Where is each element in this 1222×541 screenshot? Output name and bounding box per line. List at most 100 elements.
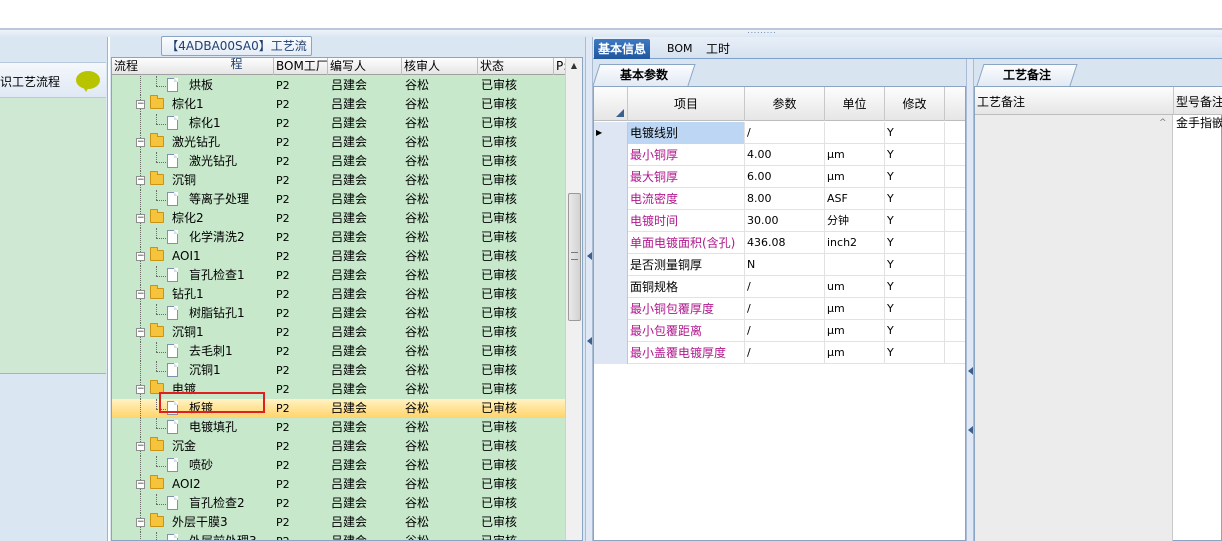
tree-row[interactable]: − 棕化2 P2 吕建会 谷松 已审核: [112, 209, 565, 228]
tree-row[interactable]: − AOI2 P2 吕建会 谷松 已审核: [112, 475, 565, 494]
left-nav-title[interactable]: 识工艺流程: [0, 73, 60, 90]
param-row[interactable]: 单面电镀面积(含孔) 436.08 inch2 Y: [594, 232, 965, 254]
param-row[interactable]: 面铜规格 / um Y: [594, 276, 965, 298]
param-row[interactable]: 电流密度 8.00 ASF Y: [594, 188, 965, 210]
row-header[interactable]: [594, 232, 628, 254]
row-header[interactable]: [594, 276, 628, 298]
tree-row[interactable]: 盲孔检查1 P2 吕建会 谷松 已审核: [112, 266, 565, 285]
tree-row[interactable]: 等离子处理 P2 吕建会 谷松 已审核: [112, 190, 565, 209]
param-row[interactable]: 最小盖覆电镀厚度 / μm Y: [594, 342, 965, 364]
col-process-remarks[interactable]: 工艺备注: [977, 93, 1025, 110]
tree-row[interactable]: − 沉金 P2 吕建会 谷松 已审核: [112, 437, 565, 456]
col-unit[interactable]: 单位: [825, 87, 885, 121]
tree-row[interactable]: − 激光钻孔 P2 吕建会 谷松 已审核: [112, 133, 565, 152]
collapse-right-arrow-icon[interactable]: [968, 426, 973, 434]
param-row[interactable]: 电镀时间 30.00 分钟 Y: [594, 210, 965, 232]
row-header[interactable]: [594, 342, 628, 364]
param-row[interactable]: 最小铜包覆厚度 / μm Y: [594, 298, 965, 320]
tree-row[interactable]: 激光钻孔 P2 吕建会 谷松 已审核: [112, 152, 565, 171]
param-cell-value[interactable]: 8.00: [745, 188, 825, 210]
tree-row[interactable]: − 棕化1 P2 吕建会 谷松 已审核: [112, 95, 565, 114]
row-header[interactable]: [594, 166, 628, 188]
collapse-right-arrow-icon[interactable]: [968, 367, 973, 375]
row-header[interactable]: [594, 188, 628, 210]
tree-cell-status: 已审核: [481, 306, 518, 320]
tree-col-4[interactable]: 状态: [478, 58, 554, 75]
speech-bubble-icon[interactable]: [76, 71, 100, 92]
scroll-thumb[interactable]: [568, 193, 581, 321]
tree-col-0[interactable]: 流程: [112, 58, 274, 75]
param-cell-value[interactable]: /: [745, 342, 825, 364]
param-cell-value[interactable]: N: [745, 254, 825, 276]
param-cell-value[interactable]: 4.00: [745, 144, 825, 166]
param-cell-value[interactable]: /: [745, 276, 825, 298]
tree-row[interactable]: 沉铜1 P2 吕建会 谷松 已审核: [112, 361, 565, 380]
tree-col-1[interactable]: BOM工厂: [274, 58, 328, 75]
collapse-icon[interactable]: −: [136, 252, 145, 261]
col-modify[interactable]: 修改: [885, 87, 945, 121]
tree-vertical-scrollbar[interactable]: ▲: [565, 58, 582, 540]
collapse-icon[interactable]: −: [136, 138, 145, 147]
collapse-icon[interactable]: −: [136, 176, 145, 185]
row-header[interactable]: ▶: [594, 122, 628, 144]
tree-row[interactable]: 棕化1 P2 吕建会 谷松 已审核: [112, 114, 565, 133]
tree-row[interactable]: 盲孔检查2 P2 吕建会 谷松 已审核: [112, 494, 565, 513]
row-header[interactable]: [594, 320, 628, 342]
splitter-grip[interactable]: ·········: [732, 29, 792, 37]
tree-col-3[interactable]: 核审人: [402, 58, 478, 75]
collapse-icon[interactable]: −: [136, 328, 145, 337]
param-row[interactable]: 是否测量铜厚 N Y: [594, 254, 965, 276]
param-cell-value[interactable]: 30.00: [745, 210, 825, 232]
process-remarks-column[interactable]: [975, 87, 1173, 541]
collapse-icon[interactable]: −: [136, 385, 145, 394]
param-row[interactable]: ▶ 电镀线别 / Y: [594, 122, 965, 144]
param-cell-value[interactable]: /: [745, 122, 825, 144]
collapse-left-arrow-icon[interactable]: [587, 252, 592, 260]
collapse-icon[interactable]: −: [136, 290, 145, 299]
row-header[interactable]: [594, 210, 628, 232]
param-row[interactable]: 最小包覆距离 / μm Y: [594, 320, 965, 342]
col-item[interactable]: 项目: [628, 87, 745, 121]
tree-cell-reviewer: 谷松: [405, 78, 430, 92]
tab-bom[interactable]: BOM: [663, 39, 697, 59]
tree-row[interactable]: − 外层干膜3 P2 吕建会 谷松 已审核: [112, 513, 565, 532]
collapse-icon[interactable]: −: [136, 100, 145, 109]
col-value[interactable]: 参数: [745, 87, 825, 121]
collapse-left-arrow-icon[interactable]: [587, 337, 592, 345]
tab-work-hours[interactable]: 工时: [702, 39, 734, 59]
row-header[interactable]: [594, 254, 628, 276]
remarks-scroll-up-icon[interactable]: ^: [1159, 118, 1167, 128]
param-cell-value[interactable]: 6.00: [745, 166, 825, 188]
param-row[interactable]: 最小铜厚 4.00 μm Y: [594, 144, 965, 166]
left-splitter[interactable]: [585, 37, 593, 541]
tree-row[interactable]: 喷砂 P2 吕建会 谷松 已审核: [112, 456, 565, 475]
tree-row[interactable]: 去毛刺1 P2 吕建会 谷松 已审核: [112, 342, 565, 361]
row-header[interactable]: [594, 144, 628, 166]
param-cell-value[interactable]: /: [745, 298, 825, 320]
right-splitter[interactable]: [966, 59, 974, 541]
tree-row[interactable]: 电镀填孔 P2 吕建会 谷松 已审核: [112, 418, 565, 437]
tree-row[interactable]: − 沉铜1 P2 吕建会 谷松 已审核: [112, 323, 565, 342]
collapse-icon[interactable]: −: [136, 518, 145, 527]
param-cell-value[interactable]: /: [745, 320, 825, 342]
collapse-icon[interactable]: −: [136, 480, 145, 489]
scroll-up-arrow-icon[interactable]: ▲: [566, 59, 582, 73]
tab-process-remarks[interactable]: 工艺备注: [976, 64, 1078, 86]
tree-row[interactable]: 树脂钻孔1 P2 吕建会 谷松 已审核: [112, 304, 565, 323]
collapse-icon[interactable]: −: [136, 442, 145, 451]
tree-col-2[interactable]: 编写人: [328, 58, 402, 75]
col-model-remarks[interactable]: 型号备注: [1176, 93, 1222, 110]
tree-connector: [156, 456, 157, 466]
param-row[interactable]: 最大铜厚 6.00 μm Y: [594, 166, 965, 188]
param-cell-value[interactable]: 436.08: [745, 232, 825, 254]
tree-row[interactable]: − 沉铜 P2 吕建会 谷松 已审核: [112, 171, 565, 190]
collapse-icon[interactable]: −: [136, 214, 145, 223]
tree-row[interactable]: 烘板 P2 吕建会 谷松 已审核: [112, 76, 565, 95]
subtab-basic-params[interactable]: 基本参数: [592, 64, 696, 86]
tree-row[interactable]: 化学清洗2 P2 吕建会 谷松 已审核: [112, 228, 565, 247]
row-header[interactable]: [594, 298, 628, 320]
tab-basic-info[interactable]: 基本信息: [594, 39, 651, 59]
tree-row[interactable]: 外层前处理3 P2 吕建会 谷松 已审核: [112, 532, 565, 540]
tree-row[interactable]: − AOI1 P2 吕建会 谷松 已审核: [112, 247, 565, 266]
tree-row[interactable]: − 钻孔1 P2 吕建会 谷松 已审核: [112, 285, 565, 304]
